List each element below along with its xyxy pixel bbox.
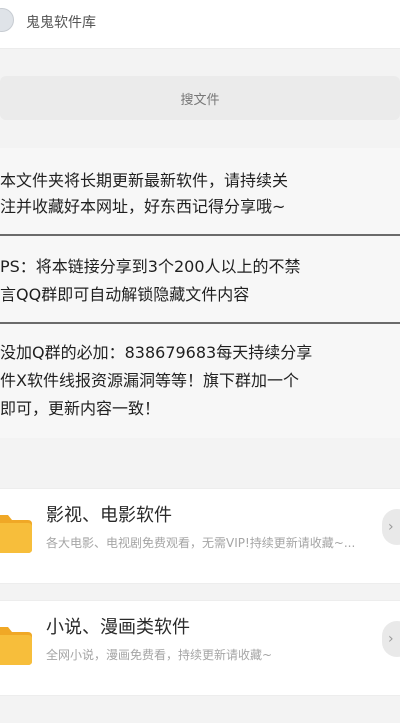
notice-line: PS：将本链接分享到3个200人以上的不禁: [0, 257, 301, 276]
folder-title: 小说、漫画类软件: [46, 617, 190, 638]
search-label: 搜文件: [180, 93, 220, 108]
divider: [0, 234, 400, 236]
folder-description: 各大电影、电视剧免费观看，无需VIP!持续更新请收藏~...: [46, 536, 356, 550]
folder-title: 影视、电影软件: [46, 505, 172, 526]
folder-description: 全网小说，漫画免费看，持续更新请收藏~: [46, 648, 273, 662]
notice-line: 本文件夹将长期更新最新软件，请持续关: [0, 171, 289, 190]
notice-line: 注并收藏好本网址，好东西记得分享哦~: [0, 197, 286, 216]
folder-icon: [0, 515, 32, 553]
notice-panel: 本文件夹将长期更新最新软件，请持续关 注并收藏好本网址，好东西记得分享哦~ PS…: [0, 148, 400, 438]
site-title: 鬼鬼软件库: [26, 15, 96, 31]
chevron-right-icon[interactable]: ›: [382, 509, 400, 545]
notice-line: 没加Q群的必加：838679683每天持续分享: [0, 343, 313, 362]
folder-item-novels[interactable]: 小说、漫画类软件 全网小说，漫画免费看，持续更新请收藏~ ›: [0, 600, 400, 696]
app-header: 鬼鬼软件库: [0, 0, 400, 49]
notice-line: 件X软件线报资源漏洞等等！旗下群加一个: [0, 371, 299, 390]
search-button[interactable]: 搜文件: [0, 76, 400, 120]
chevron-right-icon[interactable]: ›: [382, 621, 400, 657]
notice-line: 即可，更新内容一致！: [0, 399, 161, 418]
avatar[interactable]: [0, 8, 14, 32]
notice-line: 言QQ群即可自动解锁隐藏文件内容: [0, 285, 250, 304]
folder-item-movies[interactable]: 影视、电影软件 各大电影、电视剧免费观看，无需VIP!持续更新请收藏~... ›: [0, 488, 400, 584]
folder-icon: [0, 627, 32, 665]
divider: [0, 322, 400, 324]
